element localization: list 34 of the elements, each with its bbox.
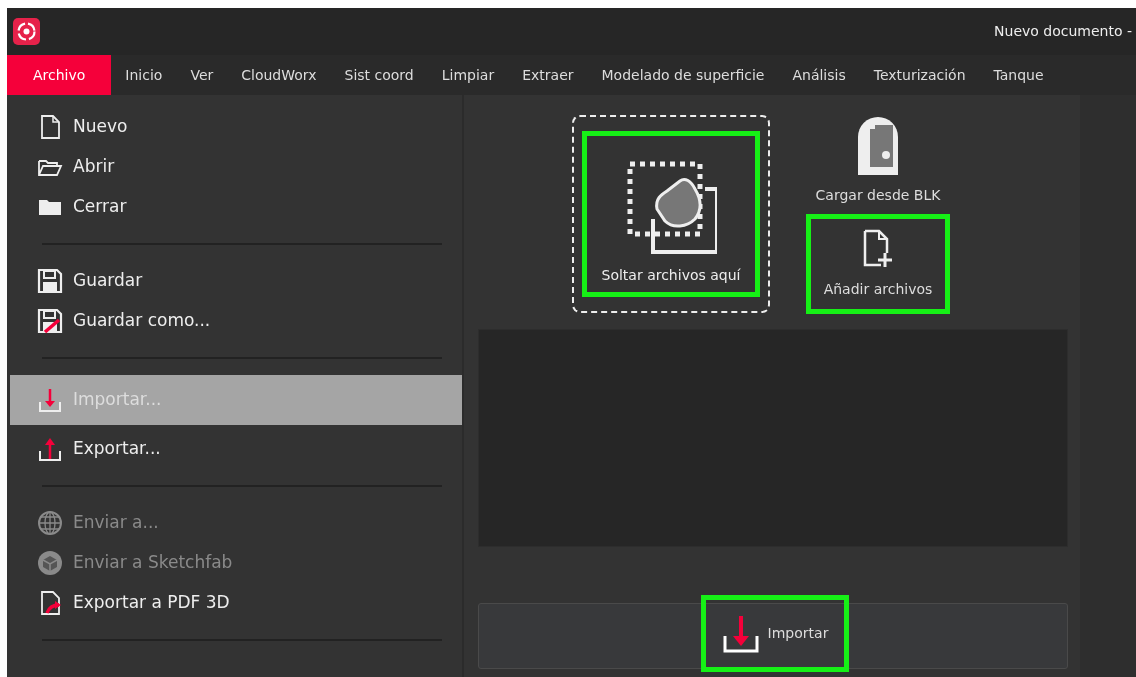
menu-item[interactable]: Exportar... xyxy=(7,429,462,469)
menu-item[interactable]: Cerrar xyxy=(7,187,462,227)
menu-item[interactable]: Nuevo xyxy=(7,107,462,147)
menu-tab[interactable]: Inicio xyxy=(111,55,177,95)
menu-tab[interactable]: Modelado de superficie xyxy=(587,55,779,95)
app-logo-icon xyxy=(13,18,40,45)
scanner-icon xyxy=(856,115,900,177)
menu-item[interactable]: Abrir xyxy=(7,147,462,187)
import-button[interactable]: Importar xyxy=(701,595,849,672)
menu-tab[interactable]: Extraer xyxy=(508,55,588,95)
menu-tab[interactable]: Análisis xyxy=(778,55,860,95)
load-blk-button[interactable]: Cargar desde BLK xyxy=(815,115,941,206)
drag-hand-icon xyxy=(625,159,717,257)
add-files-button[interactable]: Añadir archivos xyxy=(806,214,950,314)
menu-tab[interactable]: Tanque xyxy=(979,55,1058,95)
menu-tab[interactable]: Limpiar xyxy=(427,55,509,95)
window-title: Nuevo documento - xyxy=(994,22,1133,41)
add-file-icon xyxy=(863,228,893,269)
menu-item[interactable]: Guardar como... xyxy=(7,301,462,341)
floppy-disk-pencil-icon xyxy=(37,308,63,334)
cube-icon xyxy=(37,550,63,576)
drop-zone-label: Soltar archivos aquí xyxy=(601,266,741,285)
menu-item[interactable]: Guardar xyxy=(7,261,462,301)
import-icon xyxy=(721,613,760,654)
menu-tab[interactable]: Ver xyxy=(176,55,228,95)
menu-tab[interactable]: Sist coord xyxy=(330,55,428,95)
menu-tab[interactable]: Texturización xyxy=(859,55,980,95)
menu-tab[interactable]: CloudWorx xyxy=(227,55,331,95)
import-icon xyxy=(37,387,63,413)
menu-item[interactable]: Exportar a PDF 3D xyxy=(7,583,462,623)
drop-zone[interactable]: Soltar archivos aquí xyxy=(572,115,770,313)
globe-icon xyxy=(37,510,63,536)
export-icon xyxy=(37,436,63,462)
menu-tab[interactable]: Archivo xyxy=(7,55,112,95)
